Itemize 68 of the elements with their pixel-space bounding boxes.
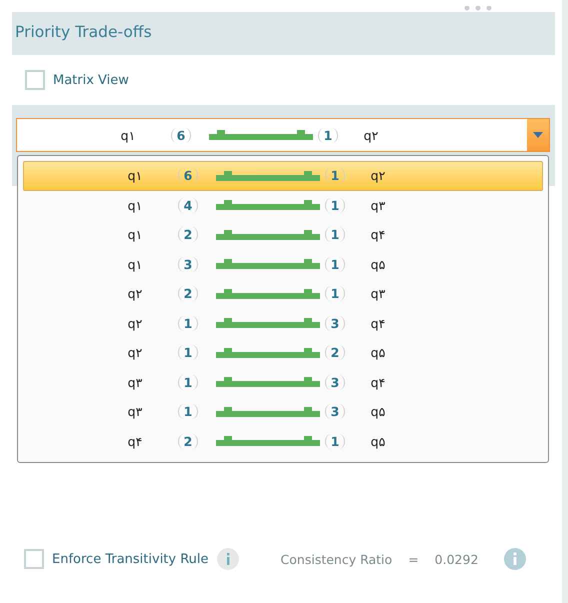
right-weight: 1 (324, 198, 346, 213)
right-label: q۴ (370, 374, 386, 390)
info-icon[interactable] (504, 548, 526, 570)
right-label: q۲ (370, 168, 386, 184)
balance-bar-icon (216, 346, 320, 359)
right-label: q۳ (370, 286, 386, 302)
balance-bar-icon (216, 228, 320, 241)
consistency-label: Consistency Ratio (280, 552, 392, 566)
dropdown-button[interactable] (527, 119, 549, 151)
left-label: q۱ (120, 128, 136, 142)
left-weight: 3 (178, 256, 198, 272)
right-label: q۴ (370, 316, 386, 331)
left-label: q۲ (126, 286, 144, 302)
left-weight: 1 (178, 374, 198, 390)
balance-bar-icon (216, 317, 320, 330)
right-weight: 1 (324, 286, 346, 302)
left-weight: 2 (178, 227, 198, 242)
checkbox-label: Matrix View (53, 72, 129, 88)
right-weight: 3 (324, 404, 346, 420)
left-weight: 4 (178, 198, 198, 213)
left-weight: 1 (178, 345, 198, 360)
right-label: q۵ (370, 404, 386, 420)
right-weight: 1 (318, 128, 338, 142)
left-label: q۱ (126, 227, 144, 242)
checkbox-label: Enforce Transitivity Rule (52, 552, 209, 566)
balance-bar-icon (216, 435, 320, 448)
left-weight: 2 (178, 434, 198, 449)
balance-bar-icon (216, 288, 320, 300)
balance-bar-icon (209, 129, 313, 141)
right-weight: 1 (324, 256, 346, 272)
balance-bar-icon (216, 258, 320, 270)
equals-sign: = (408, 552, 419, 566)
checkbox[interactable] (25, 70, 45, 90)
left-label: q۱ (126, 256, 144, 272)
balance-bar-icon (216, 170, 320, 182)
right-label: q۴ (370, 227, 386, 242)
balance-bar-icon (216, 406, 320, 418)
right-weight: 2 (324, 345, 346, 360)
more-icon[interactable] (463, 6, 493, 12)
left-weight: 1 (178, 316, 198, 331)
consistency-value: 0.0292 (434, 552, 478, 566)
left-weight: 1 (178, 404, 198, 420)
left-weight: 6 (170, 128, 192, 142)
right-weight: 3 (324, 316, 346, 331)
info-icon[interactable] (216, 548, 239, 570)
checkbox[interactable] (24, 549, 44, 569)
right-weight: 1 (324, 168, 346, 184)
right-label: q۳ (370, 198, 386, 213)
left-weight: 2 (178, 286, 198, 302)
left-label: q۱ (126, 198, 144, 213)
panel-title: Priority Trade-offs (14, 22, 153, 43)
left-label: q۳ (126, 374, 144, 390)
right-weight: 1 (324, 434, 346, 449)
balance-bar-icon (216, 376, 320, 388)
right-label: q۲ (362, 128, 380, 142)
left-label: q۲ (126, 345, 144, 360)
left-label: q۲ (126, 316, 144, 331)
right-weight: 1 (324, 227, 346, 242)
left-weight: 6 (178, 168, 198, 184)
right-weight: 3 (324, 374, 346, 390)
right-label: q۵ (370, 256, 386, 272)
right-label: q۵ (370, 345, 386, 360)
left-label: q۱ (126, 168, 144, 184)
left-label: q۳ (126, 404, 144, 420)
caret-icon (533, 132, 543, 138)
balance-bar-icon (216, 199, 320, 212)
right-label: q۵ (370, 434, 386, 449)
left-label: q۴ (126, 434, 144, 449)
